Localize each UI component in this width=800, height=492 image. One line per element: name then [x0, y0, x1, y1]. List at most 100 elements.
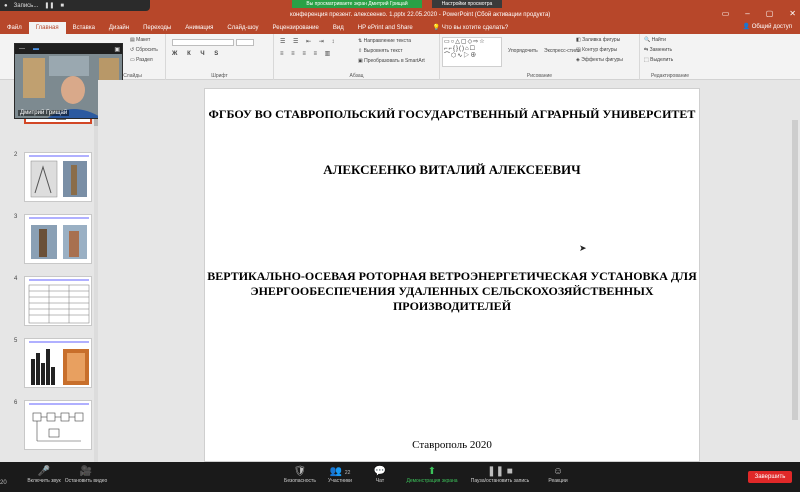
- reactions-button[interactable]: ☺ Реакции: [528, 466, 588, 484]
- shape-effects-button[interactable]: ◈ Эффекты фигуры: [576, 57, 623, 63]
- list-buttons[interactable]: ☰ ☰ ⇤ ⇥ ↕: [280, 38, 337, 45]
- pause-stop-recording-button[interactable]: ❚❚ ■ Пауза/остановить запись: [468, 466, 532, 484]
- tab-insert[interactable]: Вставка: [66, 22, 102, 34]
- thumbnail-6-preview: [29, 403, 89, 442]
- current-slide[interactable]: ФГБОУ ВО СТАВРОПОЛЬСКИЙ ГОСУДАРСТВЕННЫЙ …: [204, 88, 700, 462]
- tab-hp-eprint[interactable]: HP ePrint and Share: [351, 22, 420, 34]
- slide-thumbnail-4[interactable]: [24, 276, 92, 326]
- slide-university-text[interactable]: ФГБОУ ВО СТАВРОПОЛЬСКИЙ ГОСУДАРСТВЕННЫЙ …: [205, 107, 699, 121]
- minimize-icon[interactable]: –: [745, 9, 749, 18]
- font-format-buttons[interactable]: Ж К Ч S: [172, 51, 222, 57]
- slide-thumbnail-5[interactable]: [24, 338, 92, 388]
- font-size-combo[interactable]: [236, 39, 254, 46]
- slide-thumbnail-6[interactable]: [24, 400, 92, 450]
- slide-number-6: 6: [14, 400, 18, 406]
- shape-fill-button[interactable]: ◧ Заливка фигуры: [576, 37, 620, 43]
- paragraph-group-label: Абзац: [349, 73, 364, 79]
- font-name-combo[interactable]: [172, 39, 234, 46]
- maximize-icon[interactable]: ▢: [766, 9, 774, 18]
- slide-number-3: 3: [14, 214, 18, 220]
- editing-group: 🔍 Найти ⇆ Заменить ⬚ Выделить Редактиров…: [640, 34, 700, 80]
- tell-me-text: Что вы хотите сделать?: [441, 25, 509, 31]
- slide-city-year-text[interactable]: Ставрополь 2020: [205, 439, 699, 451]
- font-group: Ж К Ч S Шрифт: [166, 34, 274, 80]
- reset-button[interactable]: ↺ Сбросить: [130, 47, 158, 53]
- section-button[interactable]: ▭ Раздел: [130, 57, 153, 63]
- ribbon-tabs: Файл Главная Вставка Дизайн Переходы Ани…: [0, 22, 800, 34]
- video-layout-icon[interactable]: ▬: [33, 46, 39, 52]
- tab-animations[interactable]: Анимация: [178, 22, 220, 34]
- paragraph-group: ☰ ☰ ⇤ ⇥ ↕ ≡ ≡ ≡ ≡ ▥ ⇅ Направление текста…: [274, 34, 440, 80]
- minimize-video-icon[interactable]: —: [19, 46, 25, 52]
- slide-scroll-thumb[interactable]: [792, 120, 798, 420]
- slide-number-5: 5: [14, 338, 18, 344]
- tell-me-box[interactable]: 💡 Что вы хотите сделать?: [426, 22, 515, 34]
- slide-theme-text[interactable]: ВЕРТИКАЛЬНО-ОСЕВАЯ РОТОРНАЯ ВЕТРОЭНЕРГЕТ…: [205, 269, 699, 314]
- tab-design[interactable]: Дизайн: [102, 22, 136, 34]
- slide-number-2: 2: [14, 152, 18, 158]
- slide-thumbnail-3[interactable]: [24, 214, 92, 264]
- lightbulb-icon: 💡: [432, 25, 441, 31]
- end-meeting-button[interactable]: Завершить: [748, 471, 792, 483]
- stop-video-button[interactable]: 🎥 Остановить видео: [56, 466, 116, 484]
- find-button[interactable]: 🔍 Найти: [644, 37, 666, 43]
- slide-number-4: 4: [14, 276, 18, 282]
- chat-icon: 💬: [373, 466, 387, 477]
- select-button[interactable]: ⬚ Выделить: [644, 57, 673, 63]
- chat-button[interactable]: 💬 Чат: [350, 466, 410, 484]
- drawing-group-label: Рисование: [526, 73, 553, 79]
- meeting-controls-bar: 20 🎤 Включить звук 🎥 Остановить видео 🛡 …: [0, 462, 800, 492]
- replace-button[interactable]: ⇆ Заменить: [644, 47, 672, 53]
- camera-icon: 🎥: [79, 466, 93, 477]
- slide-scrollbar[interactable]: [792, 80, 798, 462]
- tab-view[interactable]: Вид: [326, 22, 351, 34]
- tab-transitions[interactable]: Переходы: [136, 22, 178, 34]
- close-icon[interactable]: ✕: [789, 9, 796, 18]
- view-options-button[interactable]: Настройки просмотра: [432, 0, 502, 8]
- meeting-side-number: 20: [0, 480, 7, 486]
- powerpoint-window: ● Запись... ❚❚ ■ Вы просматриваете экран…: [0, 0, 800, 492]
- slide-author-text[interactable]: АЛЕКСЕЕНКО ВИТАЛИЙ АЛЕКСЕЕВИЧ: [205, 162, 699, 178]
- person-icon: 👤: [742, 24, 751, 30]
- video-toolbar: — ▬ ▣: [15, 44, 122, 54]
- editing-group-label: Редактирование: [650, 73, 690, 79]
- drawing-group: ▭○△▢◇⇨☆ ⌐⌐{}()⌂☐ ⌒⬡∿▷⊕ Упорядочить Экспрес…: [440, 34, 640, 80]
- slide-thumbnail-2[interactable]: [24, 152, 92, 202]
- smartart-button[interactable]: ▣ Преобразовать в SmartArt: [358, 58, 425, 64]
- recording-label: Запись...: [13, 2, 39, 9]
- font-group-label: Шрифт: [211, 73, 228, 79]
- title-bar: ● Запись... ❚❚ ■ Вы просматриваете экран…: [0, 0, 800, 22]
- share-button-label: Общий доступ: [751, 24, 792, 30]
- recording-indicator[interactable]: ● Запись... ❚❚ ■: [0, 0, 150, 11]
- stop-icon[interactable]: ■: [60, 3, 64, 9]
- shapes-gallery[interactable]: ▭○△▢◇⇨☆ ⌐⌐{}()⌂☐ ⌒⬡∿▷⊕: [442, 37, 502, 67]
- smiley-icon: ☺: [552, 466, 564, 477]
- share-screen-icon: ⬆: [427, 466, 437, 477]
- participant-name: Дмитрий Грищай: [18, 110, 70, 116]
- record-dot-icon: ●: [4, 2, 8, 9]
- pause-icon[interactable]: ❚❚: [44, 2, 54, 9]
- window-controls: ▭ – ▢ ✕: [722, 9, 796, 18]
- thumbnail-2-preview: [29, 155, 89, 198]
- thumbnail-5-preview: [29, 341, 89, 385]
- tab-slideshow[interactable]: Слайд-шоу: [220, 22, 265, 34]
- share-banner: Вы просматриваете экран Дмитрий Грищай: [292, 0, 422, 8]
- mouse-cursor-icon: ➤: [579, 243, 587, 253]
- tab-home[interactable]: Главная: [28, 22, 66, 34]
- layout-button[interactable]: ▤ Макет: [130, 37, 150, 43]
- text-direction-button[interactable]: ⇅ Направление текста: [358, 38, 411, 44]
- pause-stop-icon: ❚❚ ■: [487, 466, 513, 477]
- thumbnail-4-preview: [28, 279, 90, 324]
- ribbon-options-icon[interactable]: ▭: [722, 9, 730, 18]
- align-text-button[interactable]: ⇳ Выровнять текст: [358, 48, 403, 54]
- tab-review[interactable]: Рецензирование: [266, 22, 326, 34]
- tab-file[interactable]: Файл: [0, 22, 29, 34]
- speaker-view-icon[interactable]: ▣: [114, 46, 120, 53]
- share-screen-button[interactable]: ⬆ Демонстрация экрана: [402, 466, 462, 484]
- shape-outline-button[interactable]: ◰ Контур фигуры: [576, 47, 617, 53]
- slide-editor-canvas[interactable]: ФГБОУ ВО СТАВРОПОЛЬСКИЙ ГОСУДАРСТВЕННЫЙ …: [98, 80, 800, 462]
- slide-thumbnails-panel: 2 3 4 5 6: [0, 74, 98, 462]
- share-button[interactable]: 👤 Общий доступ: [743, 23, 792, 30]
- align-buttons[interactable]: ≡ ≡ ≡ ≡ ▥: [280, 50, 333, 57]
- arrange-button[interactable]: Упорядочить: [508, 48, 538, 54]
